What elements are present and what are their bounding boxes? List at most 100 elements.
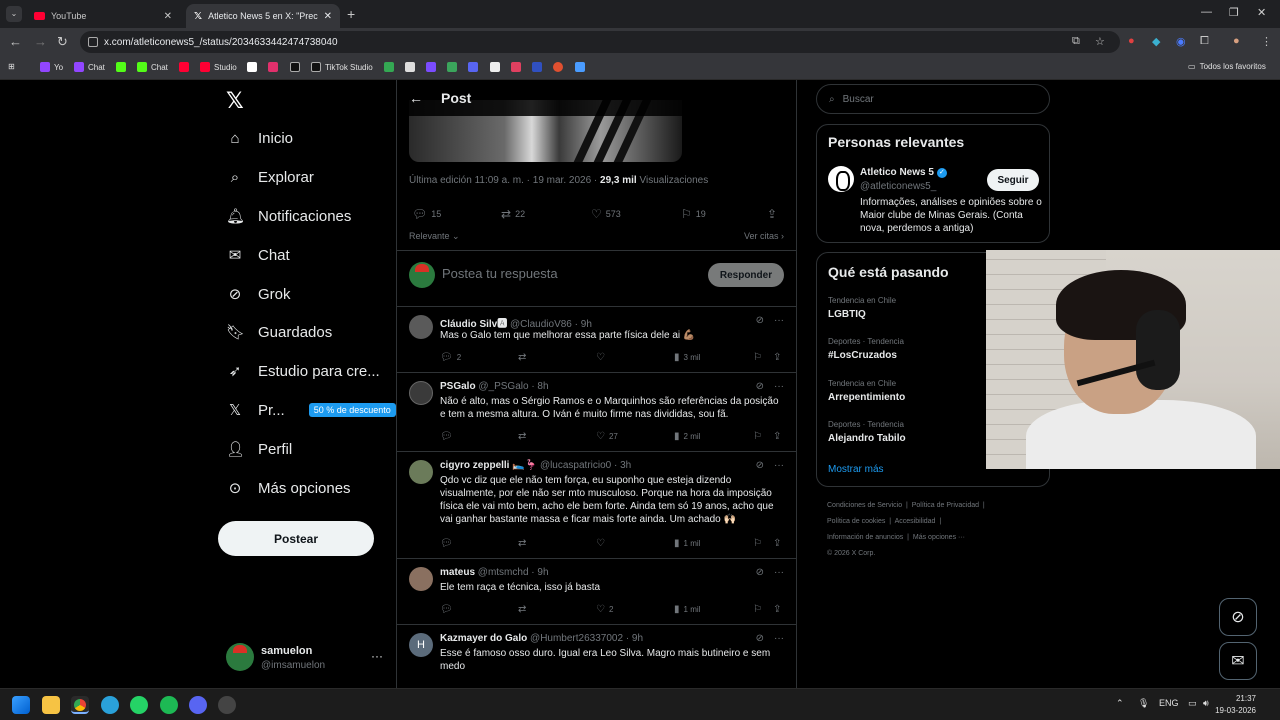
extensions-puzzle-icon[interactable]: ⧠ [1200, 35, 1209, 48]
grok-icon[interactable]: ⊘ [756, 633, 764, 644]
clock[interactable]: 21:37 19-03-2026 [1215, 693, 1256, 717]
site-info-icon[interactable] [88, 37, 98, 47]
install-app-icon[interactable]: ⧉ [1072, 35, 1080, 48]
windows-start-icon[interactable] [12, 696, 30, 714]
restore-icon[interactable]: ❐ [1229, 6, 1239, 19]
nav-item-notifications[interactable]: 🔔︎ Notificaciones [226, 204, 351, 228]
avatar[interactable] [409, 381, 433, 405]
extension-icon[interactable]: ◉ [1176, 35, 1186, 48]
nav-item-more[interactable]: ⊙ Más opciones [226, 476, 351, 500]
repost-button[interactable]: ⇄ 22 [501, 207, 525, 221]
author-handle[interactable]: @_PSGalo · 8h [478, 381, 548, 392]
discord-icon[interactable] [189, 696, 207, 714]
like-button[interactable]: ♡ [596, 538, 605, 549]
post-button[interactable]: Postear [218, 521, 374, 556]
bookmark-item[interactable] [290, 62, 300, 72]
grok-icon[interactable]: ⊘ [756, 567, 764, 578]
footer-link[interactable]: Accesibilidad [895, 518, 936, 525]
minimize-icon[interactable]: — [1201, 6, 1212, 18]
profile-name[interactable]: Atletico News 5 ✓ [860, 167, 947, 178]
file-explorer-icon[interactable] [42, 696, 60, 714]
avatar[interactable] [409, 567, 433, 591]
bookmark-button[interactable]: ⚐ [753, 538, 762, 549]
volume-icon[interactable]: 🔊︎ [1203, 698, 1209, 709]
whatsapp-icon[interactable] [130, 696, 148, 714]
close-tab-icon[interactable]: ✕ [164, 11, 172, 22]
address-bar[interactable]: x.com/atleticonews5_/status/203463344247… [80, 31, 1120, 53]
reply-tweet[interactable]: PSGalo @_PSGalo · 8h ⊘ ··· Não é alto, ma… [397, 373, 796, 452]
avatar[interactable] [409, 315, 433, 339]
like-button[interactable]: ♡ 2 [596, 604, 613, 615]
grok-icon[interactable]: ⊘ [756, 381, 764, 392]
bookmark-button[interactable]: ⚐ [753, 431, 762, 442]
reply-tweet[interactable]: H Kazmayer do Galo @Humbert26337002 · 9h… [397, 625, 796, 688]
bookmark-button[interactable]: ⚐ [753, 352, 762, 363]
bookmark-item[interactable] [405, 62, 415, 72]
footer-link[interactable]: Información de anuncios [827, 534, 903, 541]
author-handle[interactable]: @lucaspatricio0 · 3h [540, 460, 631, 471]
search-input[interactable]: ⌕ Buscar [816, 84, 1050, 114]
footer-link[interactable]: Política de Privacidad [912, 502, 979, 509]
author-name[interactable]: cigyro zeppelli 🛌🦩 [440, 460, 537, 471]
trend-item[interactable]: Tendencia en Chile Arrepentimiento [828, 379, 905, 403]
chrome-icon[interactable] [71, 696, 89, 714]
bookmark-item[interactable] [447, 62, 457, 72]
footer-link[interactable]: Condiciones de Servicio [827, 502, 902, 509]
tab-search-button[interactable]: ⌄ [6, 6, 22, 22]
bookmark-item[interactable] [247, 62, 257, 72]
spotify-icon[interactable] [160, 696, 178, 714]
nav-item-explore[interactable]: ⌕ Explorar [226, 165, 314, 189]
bookmark-item[interactable]: TikTok Studio [311, 62, 373, 72]
tab-x-post[interactable]: 𝕏 Atletico News 5 en X: "Precisam ✕ [186, 4, 340, 28]
bookmark-item[interactable]: Chat [137, 62, 168, 72]
close-window-icon[interactable]: ✕ [1257, 6, 1266, 19]
avatar[interactable]: H [409, 633, 433, 657]
author-handle[interactable]: @Humbert26337002 · 9h [530, 633, 643, 644]
bookmark-item[interactable] [490, 62, 500, 72]
reply-button[interactable]: 💬︎ [440, 538, 453, 549]
network-icon[interactable]: ▭ [1188, 698, 1197, 709]
tab-youtube[interactable]: YouTube ✕ [26, 4, 180, 28]
share-button[interactable]: ⇪ [773, 538, 781, 549]
browser-menu-icon[interactable]: ⋮ [1261, 35, 1272, 48]
repost-button[interactable]: ⇄ [518, 431, 526, 442]
bookmark-item[interactable] [384, 62, 394, 72]
grok-icon[interactable]: ⊘ [756, 315, 764, 326]
reply-button[interactable]: 💬︎ [440, 431, 453, 442]
reply-button[interactable]: 💬︎ [440, 604, 453, 615]
back-icon[interactable]: ← [9, 34, 22, 49]
avatar[interactable] [828, 166, 854, 192]
forward-icon[interactable]: → [34, 34, 47, 49]
more-icon[interactable]: ··· [774, 315, 784, 326]
share-button[interactable]: ⇪ [773, 352, 781, 363]
messages-floating-button[interactable]: ✉ [1219, 642, 1257, 680]
reply-button[interactable]: 💬︎ 2 [440, 352, 461, 363]
microphone-icon[interactable]: 🎙︎ [1138, 698, 1149, 709]
author-name[interactable]: Kazmayer do Galo [440, 633, 527, 644]
author-handle[interactable]: @mtsmchd · 9h [478, 567, 549, 578]
view-quotes-link[interactable]: Ver citas › [744, 231, 784, 241]
bookmark-item[interactable] [179, 62, 189, 72]
profile-handle[interactable]: @atleticonews5_ [860, 181, 936, 192]
bookmark-item[interactable]: Yo [40, 62, 63, 72]
all-favorites[interactable]: ▭ Todos los favoritos [1188, 62, 1266, 71]
nav-item-grok[interactable]: ⊘ Grok [226, 282, 291, 306]
language-indicator[interactable]: ENG [1159, 698, 1179, 708]
reload-icon[interactable]: ↻ [57, 34, 68, 50]
sort-dropdown[interactable]: Relevante ⌄ [409, 231, 460, 242]
reply-tweet[interactable]: cigyro zeppelli 🛌🦩 @lucaspatricio0 · 3h … [397, 452, 796, 559]
repost-button[interactable]: ⇄ [518, 604, 526, 615]
chevron-up-icon[interactable]: ⌃ [1116, 698, 1124, 709]
like-button[interactable]: ♡ 27 [596, 431, 618, 442]
bookmark-star-icon[interactable]: ☆ [1095, 35, 1105, 48]
follow-button[interactable]: Seguir [987, 169, 1039, 191]
nav-item-profile[interactable]: 👤︎ Perfil [226, 437, 292, 461]
app-icon[interactable] [218, 696, 236, 714]
views-button[interactable]: ▮ 2 mil [674, 431, 700, 442]
trend-item[interactable]: Tendencia en Chile LGBTIQ [828, 296, 896, 320]
share-button[interactable]: ⇪ [773, 604, 781, 615]
reply-submit-button[interactable]: Responder [708, 263, 784, 287]
back-arrow-icon[interactable]: ← [409, 90, 423, 106]
profile-avatar-icon[interactable]: ● [1233, 35, 1240, 47]
views-button[interactable]: ▮ 3 mil [674, 352, 700, 363]
